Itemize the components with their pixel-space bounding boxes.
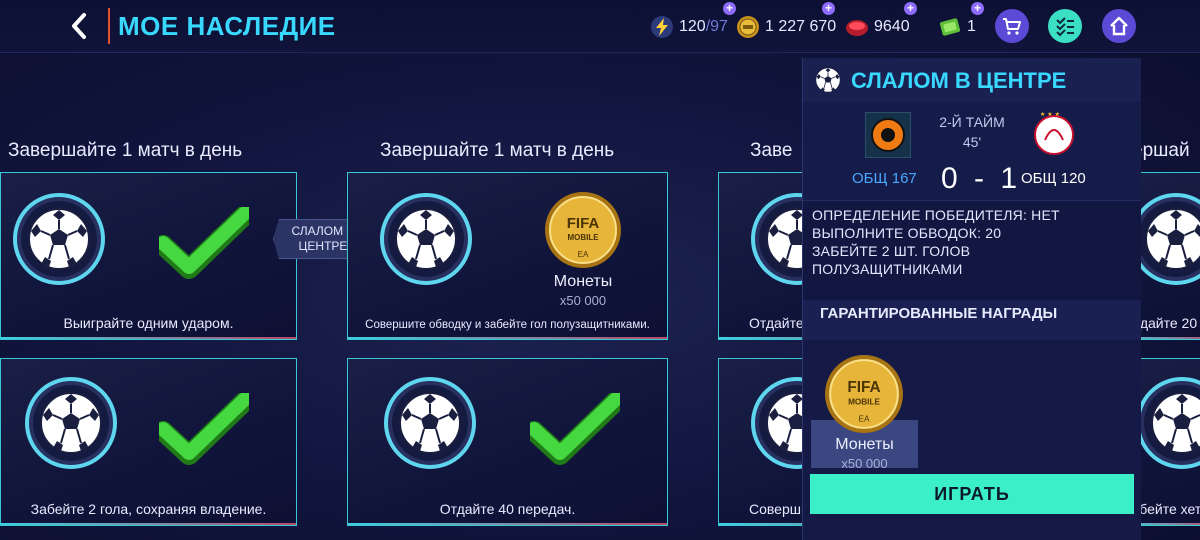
objective-card[interactable]: Выиграйте одним ударом. — [0, 172, 297, 340]
energy-value: 120 — [679, 18, 706, 35]
rewards-heading-text: ГАРАНТИРОВАННЫЕ НАГРАДЫ — [820, 305, 1058, 322]
card-description: Забейте 2 гола, сохраняя владение. — [30, 501, 267, 517]
reward-quantity: x50 000 — [841, 456, 888, 471]
match-minute: 45' — [962, 134, 982, 150]
ball-badge — [13, 193, 105, 285]
title-separator — [108, 8, 110, 44]
coin-text: MOBILE — [567, 233, 599, 242]
top-bar: МОЕ НАСЛЕДИЕ 120/97 + 1 227 670 + 9640 + — [0, 0, 1200, 53]
ball-badge — [25, 377, 117, 469]
away-team-logo: ★ ★ ★ — [1034, 111, 1074, 155]
tag-line: ЦЕНТРЕ — [298, 239, 348, 253]
store-button[interactable] — [995, 9, 1029, 43]
ball-badge — [380, 193, 472, 285]
checkmark-icon — [530, 393, 620, 465]
soccer-ball-icon — [1151, 392, 1200, 454]
objective-card[interactable]: Забейте 2 гола, сохраняя владение. — [0, 358, 297, 526]
coin-text: FIFA — [847, 379, 880, 396]
soccer-ball-icon — [395, 208, 457, 270]
panel-title: СЛАЛОМ В ЦЕНТРЕ — [851, 68, 1067, 93]
match-score: 0 - 1 — [941, 162, 1022, 195]
rewards-heading: ГАРАНТИРОВАННЫЕ НАГРАДЫ — [803, 300, 1141, 340]
home-button[interactable] — [1102, 9, 1136, 43]
away-ovr: ОБЩ 120 — [1021, 170, 1086, 187]
home-team-logo — [865, 112, 911, 158]
card-description: Совершите обводку и забейте гол полузащи… — [365, 319, 650, 331]
column-heading: Заве — [750, 140, 793, 161]
back-arrow-icon[interactable] — [66, 12, 94, 40]
energy-max: /97 — [705, 18, 728, 35]
gems-counter: 9640 — [845, 15, 910, 39]
soccer-ball-icon — [399, 392, 461, 454]
coins-counter: 1 227 670 — [736, 15, 836, 39]
ticket-icon — [939, 18, 961, 36]
add-coins-button[interactable]: + — [822, 2, 835, 15]
coin-text: EA — [859, 415, 870, 424]
play-button[interactable]: ИГРАТЬ — [810, 474, 1134, 514]
coin-text: MOBILE — [848, 397, 880, 406]
soccer-ball-icon — [40, 392, 102, 454]
add-energy-button[interactable]: + — [723, 2, 736, 15]
checkmark-icon — [159, 207, 249, 279]
page-title: МОЕ НАСЛЕДИЕ — [118, 11, 336, 41]
gem-icon — [846, 20, 868, 36]
cart-icon — [1003, 18, 1021, 35]
gems-value: 9640 — [874, 18, 910, 35]
objective-card[interactable]: Отдайте 40 передач. — [347, 358, 668, 526]
requirement-item: ВЫПОЛНИТЕ ОБВОДОК: 20 — [812, 225, 1002, 241]
soccer-ball-icon — [28, 208, 90, 270]
reward-quantity: x50 000 — [559, 293, 607, 308]
fifa-coin-icon: FIFA MOBILE EA — [825, 355, 903, 433]
reward-label: Монеты — [835, 436, 894, 453]
fifa-coin-icon: FIFA MOBILE EA — [545, 192, 621, 268]
ball-badge — [384, 377, 476, 469]
column-heading: Завершайте 1 матч в день — [8, 140, 243, 161]
card-description: Отдайте 40 передач. — [439, 501, 576, 517]
soccer-ball-icon — [1145, 208, 1200, 270]
add-gems-button[interactable]: + — [904, 2, 917, 15]
requirement-item: ОПРЕДЕЛЕНИЕ ПОБЕДИТЕЛЯ: НЕТ — [812, 207, 1060, 223]
column-heading: Завершайте 1 матч в день — [380, 140, 615, 161]
objectives-button[interactable] — [1048, 9, 1082, 43]
ball-badge — [1136, 377, 1200, 469]
home-ovr: ОБЩ 167 — [852, 170, 917, 187]
energy-counter: 120/97 — [650, 15, 728, 39]
checkmark-icon — [159, 393, 249, 465]
svg-text:★ ★ ★: ★ ★ ★ — [1040, 111, 1060, 118]
soccer-ball-icon — [815, 67, 841, 93]
requirements-list: ОПРЕДЕЛЕНИЕ ПОБЕДИТЕЛЯ: НЕТ ВЫПОЛНИТЕ ОБ… — [803, 200, 1141, 301]
checklist-icon — [1056, 17, 1074, 37]
energy-bolt-icon — [651, 16, 673, 38]
card-description: Выиграйте одним ударом. — [63, 315, 234, 331]
tickets-value: 1 — [967, 18, 976, 35]
reward-label: Монеты — [553, 273, 613, 290]
tickets-counter: 1 — [938, 15, 976, 39]
objective-card[interactable]: FIFA MOBILE EA Монеты x50 000 Совершите … — [347, 172, 668, 340]
panel-header: СЛАЛОМ В ЦЕНТРЕ — [803, 58, 1141, 102]
coin-text: EA — [578, 250, 589, 259]
requirement-item: ЗАБЕЙТЕ 2 ШТ. ГОЛОВ — [812, 243, 971, 259]
tag-line: СЛАЛОМ В — [291, 224, 355, 238]
match-scoreboard: 2-Й ТАЙМ 45' ★ ★ ★ ОБЩ 167 0 - 1 ОБЩ 120 — [803, 102, 1141, 200]
home-icon — [1110, 16, 1128, 36]
match-period: 2-Й ТАЙМ — [939, 114, 1005, 130]
coin-icon — [737, 16, 759, 38]
challenge-panel: СЛАЛОМ В ЦЕНТРЕ 2-Й ТАЙМ 45' ★ ★ ★ ОБЩ 1… — [802, 58, 1141, 540]
add-tickets-button[interactable]: + — [971, 2, 984, 15]
requirement-item: ПОЛУЗАЩИТНИКАМИ — [812, 261, 963, 277]
coin-text: FIFA — [567, 215, 600, 232]
coins-value: 1 227 670 — [765, 18, 837, 35]
